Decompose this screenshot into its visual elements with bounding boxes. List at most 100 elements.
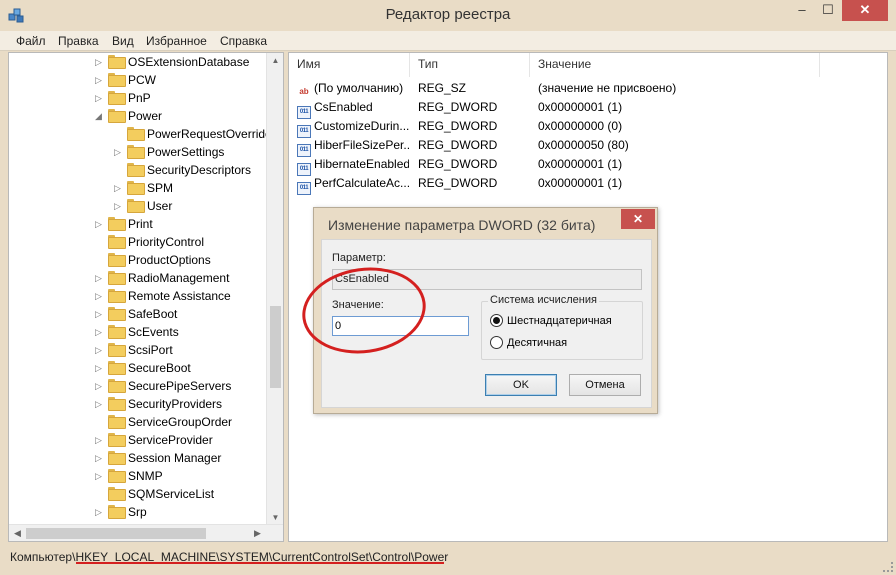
scroll-thumb-horizontal[interactable] xyxy=(26,528,206,539)
expand-arrow-icon[interactable]: ▷ xyxy=(95,89,105,107)
value-row[interactable]: 011 CustomizeDurin... REG_DWORD 0x00000000 … xyxy=(289,117,887,138)
value-name-cell: 011 CustomizeDurin... xyxy=(297,117,409,138)
tree-item[interactable]: ▷ SPM xyxy=(114,179,173,197)
tree-item[interactable]: SecurityDescriptors xyxy=(127,161,251,179)
tree-item[interactable]: ▷ ServiceProvider xyxy=(95,431,213,449)
value-row[interactable]: ab (По умолчанию) REG_SZ (значение не присв… xyxy=(289,79,887,98)
tree-item[interactable]: ▷ Session Manager xyxy=(95,449,221,467)
minimize-button[interactable]: – xyxy=(789,0,815,21)
column-header-value[interactable]: Значение xyxy=(530,53,820,77)
column-header-name[interactable]: Имя xyxy=(289,53,410,77)
expand-arrow-icon[interactable]: ▷ xyxy=(95,395,105,413)
tree-item[interactable]: PriorityControl xyxy=(108,233,204,251)
scroll-right-icon[interactable]: ▶ xyxy=(249,525,266,541)
tree-item[interactable]: PowerRequestOverride xyxy=(127,125,272,143)
tree-item[interactable]: ▷ Print xyxy=(95,215,153,233)
expand-arrow-icon[interactable]: ▷ xyxy=(95,503,105,521)
folder-icon xyxy=(108,451,126,465)
expand-arrow-icon[interactable]: ▷ xyxy=(95,269,105,287)
radio-hexadecimal[interactable]: Шестнадцатеричная xyxy=(490,314,612,330)
expand-arrow-icon[interactable]: ▷ xyxy=(95,431,105,449)
tree-horizontal-scrollbar[interactable]: ◀ ▶ xyxy=(9,524,283,541)
tree-item[interactable]: ◢ Power xyxy=(95,107,162,125)
expand-arrow-icon[interactable]: ▷ xyxy=(114,197,124,215)
tree-item[interactable]: ▷ SafeBoot xyxy=(95,305,177,323)
menu-favorites[interactable]: Избранное xyxy=(146,34,207,48)
tree-item[interactable]: ▷ OSExtensionDatabase xyxy=(95,53,249,71)
value-name-cell: 011 CsEnabled xyxy=(297,98,409,119)
tree-vertical-scrollbar[interactable]: ▲ ▼ xyxy=(266,53,283,526)
value-type-cell: REG_DWORD xyxy=(418,119,498,133)
tree-item[interactable]: ▷ SecurityProviders xyxy=(95,395,222,413)
expand-arrow-icon[interactable]: ▷ xyxy=(95,341,105,359)
folder-icon xyxy=(127,145,145,159)
scroll-thumb[interactable] xyxy=(270,306,281,388)
expand-arrow-icon[interactable]: ▷ xyxy=(95,215,105,233)
menu-edit[interactable]: Правка xyxy=(58,34,99,48)
tree-pane[interactable]: ▷ OSExtensionDatabase ▷ PCW ▷ PnP ◢ Power PowerR… xyxy=(8,52,284,542)
folder-icon xyxy=(127,163,145,177)
scroll-up-icon[interactable]: ▲ xyxy=(267,53,283,69)
folder-icon xyxy=(108,109,126,123)
expand-arrow-icon[interactable]: ▷ xyxy=(95,467,105,485)
tree-item[interactable]: ▷ PowerSettings xyxy=(114,143,224,161)
radio-checked-icon[interactable] xyxy=(490,314,503,327)
column-header-type[interactable]: Тип xyxy=(410,53,530,77)
expand-arrow-icon[interactable]: ▷ xyxy=(114,179,124,197)
radio-unchecked-icon[interactable] xyxy=(490,336,503,349)
value-row[interactable]: 011 HibernateEnabled REG_DWORD 0x00000001 (… xyxy=(289,155,887,176)
tree-item[interactable]: ▷ PCW xyxy=(95,71,156,89)
ok-button[interactable]: OK xyxy=(485,374,557,396)
tree-item-label: SecurePipeServers xyxy=(128,379,232,393)
tree-item-label: Remote Assistance xyxy=(128,289,231,303)
tree-item[interactable]: ▷ User xyxy=(114,197,173,215)
expand-arrow-icon[interactable]: ▷ xyxy=(114,143,124,161)
tree-item[interactable]: SQMServiceList xyxy=(108,485,214,503)
value-row[interactable]: 011 CsEnabled REG_DWORD 0x00000001 (1) xyxy=(289,98,887,119)
tree-item[interactable]: ▷ SecureBoot xyxy=(95,359,191,377)
expand-arrow-icon[interactable]: ▷ xyxy=(95,305,105,323)
expand-arrow-icon[interactable]: ▷ xyxy=(95,377,105,395)
tree-item[interactable]: ProductOptions xyxy=(108,251,211,269)
tree-item-label: SQMServiceList xyxy=(128,487,215,501)
tree-item[interactable]: ▷ SNMP xyxy=(95,467,163,485)
expand-arrow-icon[interactable]: ▷ xyxy=(95,71,105,89)
tree-item[interactable]: ServiceGroupOrder xyxy=(108,413,232,431)
expand-arrow-icon[interactable]: ▷ xyxy=(95,53,105,71)
menu-view[interactable]: Вид xyxy=(112,34,134,48)
close-button[interactable]: ✕ xyxy=(842,0,888,21)
value-row[interactable]: 011 PerfCalculateAc... REG_DWORD 0x00000001… xyxy=(289,174,887,195)
dialog-title: Изменение параметра DWORD (32 бита) xyxy=(328,217,596,233)
expand-arrow-icon[interactable]: ▷ xyxy=(95,359,105,377)
expanded-arrow-icon[interactable]: ◢ xyxy=(95,107,105,125)
menu-help[interactable]: Справка xyxy=(220,34,267,48)
cancel-button[interactable]: Отмена xyxy=(569,374,641,396)
tree-item[interactable]: ▷ ScsiPort xyxy=(95,341,173,359)
value-type-cell: REG_SZ xyxy=(418,81,467,95)
tree-item[interactable]: ▷ SecurePipeServers xyxy=(95,377,232,395)
expand-arrow-icon[interactable]: ▷ xyxy=(95,323,105,341)
value-row[interactable]: 011 HiberFileSizePer... REG_DWORD 0x0000005… xyxy=(289,136,887,157)
tree-item-label: User xyxy=(147,199,173,213)
resize-grip-icon[interactable] xyxy=(883,562,893,572)
tree-item-label: Srp xyxy=(128,505,147,519)
dialog-close-button[interactable]: ✕ xyxy=(621,209,655,229)
maximize-button[interactable]: ☐ xyxy=(815,0,841,21)
value-name: (По умолчанию) xyxy=(314,81,404,95)
tree-item-label: ScEvents xyxy=(128,325,179,339)
radio-dec-label: Десятичная xyxy=(507,337,568,349)
tree-item[interactable]: ▷ ScEvents xyxy=(95,323,179,341)
value-type-cell: REG_DWORD xyxy=(418,176,498,190)
expand-arrow-icon[interactable]: ▷ xyxy=(95,449,105,467)
tree-item[interactable]: ▷ PnP xyxy=(95,89,151,107)
expand-arrow-icon[interactable]: ▷ xyxy=(95,287,105,305)
tree-item[interactable]: ▷ RadioManagement xyxy=(95,269,229,287)
tree-item-label: SecureBoot xyxy=(128,361,191,375)
menu-file[interactable]: Файл xyxy=(16,34,46,48)
radio-decimal[interactable]: Десятичная xyxy=(490,336,567,352)
folder-icon xyxy=(108,307,126,321)
tree-item[interactable]: ▷ Srp xyxy=(95,503,147,521)
folder-icon xyxy=(108,217,126,231)
scroll-left-icon[interactable]: ◀ xyxy=(9,525,26,541)
tree-item[interactable]: ▷ Remote Assistance xyxy=(95,287,231,305)
